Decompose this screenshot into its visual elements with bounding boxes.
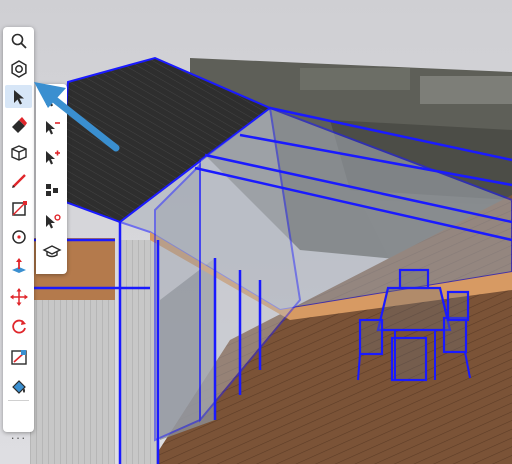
- rotate-tool-button[interactable]: [5, 315, 32, 338]
- search-icon: [11, 33, 27, 49]
- pencil-icon: [11, 173, 26, 188]
- paint-bucket-icon: [11, 379, 26, 394]
- main-toolbar: ···: [3, 27, 34, 445]
- select-remove-button[interactable]: [38, 116, 65, 139]
- select-edit-icon: [45, 213, 61, 228]
- 3d-viewport[interactable]: [0, 0, 512, 464]
- tape-measure-tool-button[interactable]: [5, 345, 32, 368]
- more-tools-button[interactable]: ···: [5, 429, 32, 451]
- select-tool-icon: [13, 89, 24, 104]
- search-button[interactable]: [5, 29, 32, 52]
- select-toggle-button[interactable]: [38, 146, 65, 169]
- push-pull-tool-button[interactable]: [5, 255, 32, 278]
- push-pull-icon: [11, 257, 26, 273]
- rectangle-icon: [11, 200, 27, 216]
- tape-measure-icon: [10, 349, 27, 365]
- select-add-button[interactable]: [38, 88, 65, 111]
- select-add-icon: [45, 92, 55, 106]
- move-icon: [9, 287, 28, 306]
- select-toggle-icon: [45, 150, 60, 164]
- move-tool-button[interactable]: [5, 285, 32, 308]
- settings-button[interactable]: [5, 57, 32, 80]
- circle-icon: [11, 229, 26, 244]
- select-components-icon: [45, 183, 58, 196]
- select-subtoolbar: [36, 84, 67, 274]
- select-graduation-icon: [41, 244, 62, 257]
- select-graduation-button[interactable]: [38, 240, 65, 263]
- rotate-icon: [11, 319, 26, 333]
- cube-icon: [10, 144, 27, 161]
- eraser-icon: [11, 116, 27, 133]
- toolbar-divider: [8, 400, 29, 401]
- eraser-tool-button[interactable]: [5, 113, 32, 136]
- rectangle-tool-button[interactable]: [5, 197, 32, 220]
- gear-icon: [10, 59, 27, 78]
- select-components-button[interactable]: [38, 178, 65, 201]
- box-tool-button[interactable]: [5, 141, 32, 164]
- paint-bucket-tool-button[interactable]: [5, 375, 32, 398]
- circle-tool-button[interactable]: [5, 225, 32, 248]
- pencil-tool-button[interactable]: [5, 169, 32, 192]
- select-edit-button[interactable]: [38, 210, 65, 233]
- select-tool-button[interactable]: [5, 85, 32, 108]
- select-remove-icon: [45, 120, 60, 134]
